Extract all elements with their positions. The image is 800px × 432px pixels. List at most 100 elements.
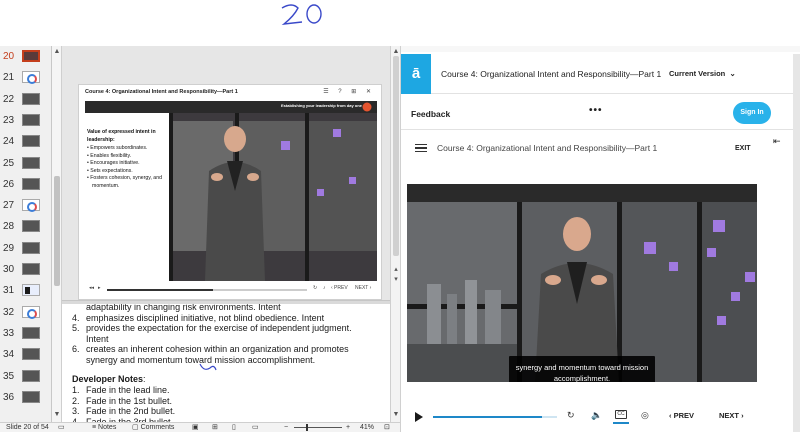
slide-thumbnail[interactable]: 34 [0,347,51,367]
slide-replay-icon[interactable]: ↻ [313,285,317,291]
slide-thumbnail[interactable]: 24 [0,134,51,154]
slide-sorter-icon[interactable]: ⊞ [212,424,218,432]
screen: 20 20 21 22 23 24 25 26 27 28 29 30 31 32 33 34 35 36 ▲ … [0,0,800,432]
sign-in-button[interactable]: Sign In [733,102,771,124]
slide-editing-area: Course 4: Organizational Intent and Resp… [62,46,390,300]
zoom-slider-knob[interactable] [306,424,308,431]
feedback-button[interactable]: Feedback [411,109,450,119]
notes-line-text: emphasizes disciplined initiative, not b… [86,312,325,323]
slide-thumbnail-image[interactable] [22,135,40,148]
scrollbar-thumb[interactable] [54,176,60,286]
thumbnail-scrollbar[interactable]: ▲ ▼ [52,46,62,422]
slide-thumbnail-image[interactable] [22,390,40,403]
slide-scrollbar-thumb[interactable] [393,56,399,256]
slide-canvas[interactable]: Course 4: Organizational Intent and Resp… [78,84,382,300]
slide-thumbnail[interactable]: 27 [0,198,51,218]
zoom-slider[interactable] [294,427,342,428]
speed-icon[interactable]: ◎ [641,410,649,421]
scroll-up-icon[interactable]: ▲ [53,48,61,56]
slide-thumbnail[interactable]: 32 [0,305,51,325]
slideshow-icon[interactable]: ▭ [252,424,259,432]
slide-number: 20 [3,51,15,62]
next-button[interactable]: NEXT › [719,411,744,420]
slide-title: Course 4: Organizational Intent and Resp… [85,89,238,95]
slide-thumbnail[interactable]: 22 [0,92,51,112]
slide-next-button[interactable]: NEXT › [355,285,371,291]
slide-thumbnail-image[interactable] [22,113,40,126]
slide-thumbnail[interactable]: 33 [0,326,51,346]
slide-audio-icon[interactable]: ◂◂ [89,285,94,291]
slide-thumbnail[interactable]: 20 [0,49,51,69]
slide-thumbnail[interactable]: 23 [0,113,51,133]
notes-button[interactable]: ≡ Notes [92,424,116,432]
slide-thumbnail-image[interactable] [22,177,40,190]
slide-thumbnail-pane[interactable]: 20 21 22 23 24 25 26 27 28 29 30 31 32 33 34 35 36 [0,46,52,422]
slide-scroll-up-icon[interactable]: ▲ [392,48,400,56]
slide-thumbnail[interactable]: 30 [0,262,51,282]
reading-view-icon[interactable]: ▯ [232,424,236,432]
slide-scroll-down-icon[interactable]: ▼ [392,411,400,419]
notes-line-number: 5. [72,323,80,333]
slide-prev-button[interactable]: ‹ PREV [331,285,348,291]
spellcheck-icon[interactable]: ▭ [58,424,65,432]
slide-thumbnail-image[interactable] [22,220,40,233]
slide-thumbnail[interactable]: 31 [0,283,51,303]
zoom-level[interactable]: 41% [360,424,374,432]
slide-thumbnail-image[interactable] [22,156,40,169]
notes-line-number: 6. [72,344,80,354]
slide-prev-page-icon[interactable]: ▴ [392,266,400,274]
slide-thumbnail[interactable]: 35 [0,369,51,389]
notes-line-text: provides the expectation for the exercis… [86,323,352,333]
slide-thumbnail[interactable]: 21 [0,70,51,90]
lesson-video[interactable]: synergy and momentum toward mission acco… [407,184,757,382]
volume-icon[interactable]: 🔈 [591,410,602,421]
slide-thumbnail-image[interactable] [22,369,40,382]
slide-video-frame[interactable]: Establishing your leadership from day on… [85,101,377,281]
slide-thumbnail-image[interactable] [22,92,40,105]
slide-thumbnail-image[interactable] [22,241,40,254]
slide-bullet: • Encourages initiative. [87,160,167,168]
replay-icon[interactable]: ↻ [567,410,575,421]
menu-icon[interactable] [415,144,427,152]
zoom-in-icon[interactable]: + [346,424,350,432]
slide-thumbnail-image[interactable] [22,284,40,297]
slide-thumbnail[interactable]: 28 [0,219,51,239]
exit-button[interactable]: EXIT [735,145,751,152]
slide-thumbnail-image[interactable] [22,263,40,275]
slide-play-icon[interactable]: ▸ [98,285,101,291]
scroll-down-icon[interactable]: ▼ [53,411,61,419]
slide-thumbnail[interactable]: 36 [0,390,51,410]
speaker-notes-pane[interactable]: adaptability in changing risk environmen… [62,304,390,422]
slide-thumbnail-image[interactable] [22,348,40,361]
office-scene-large [407,184,757,382]
slide-thumbnail[interactable]: 26 [0,177,51,197]
slide-progress-track[interactable] [107,289,307,291]
more-options-icon[interactable]: ••• [589,105,603,116]
slide-thumbnail-image[interactable] [22,71,40,85]
slide-number: 26 [3,178,15,190]
slide-scrollbar[interactable]: ▲ ▴ ▾ ▼ [390,46,400,422]
version-dropdown[interactable]: Current Version ⌄ [669,69,736,78]
slide-next-page-icon[interactable]: ▾ [392,276,400,284]
course-title: Course 4: Organizational Intent and Resp… [441,69,662,79]
comments-button[interactable]: ▢ Comments [132,424,174,432]
fit-slide-icon[interactable]: ⊡ [384,424,390,432]
notes-line-text: Fade in the lead line. [86,385,170,395]
slide-thumbnail-image[interactable] [22,50,40,62]
slide-thumbnail[interactable]: 25 [0,156,51,176]
prev-button[interactable]: ‹ PREV [669,411,694,420]
slide-sound-icon[interactable]: ♪ [323,285,326,291]
video-progress-track[interactable] [433,416,557,418]
closed-caption-button[interactable]: CC [615,410,627,419]
play-icon[interactable] [415,412,423,422]
notes-line-number: 3. [72,406,80,416]
notes-line: adaptability in changing risk environmen… [72,304,281,312]
collapse-panel-icon[interactable]: ⇤ [773,136,781,147]
normal-view-icon[interactable]: ▣ [192,424,199,432]
slide-thumbnail-image[interactable] [22,326,40,339]
brand-logo-icon[interactable]: ā [401,54,431,94]
zoom-out-icon[interactable]: − [284,424,288,432]
slide-thumbnail-image[interactable] [22,199,40,213]
slide-thumbnail[interactable]: 29 [0,241,51,261]
slide-thumbnail-image[interactable] [22,305,40,319]
